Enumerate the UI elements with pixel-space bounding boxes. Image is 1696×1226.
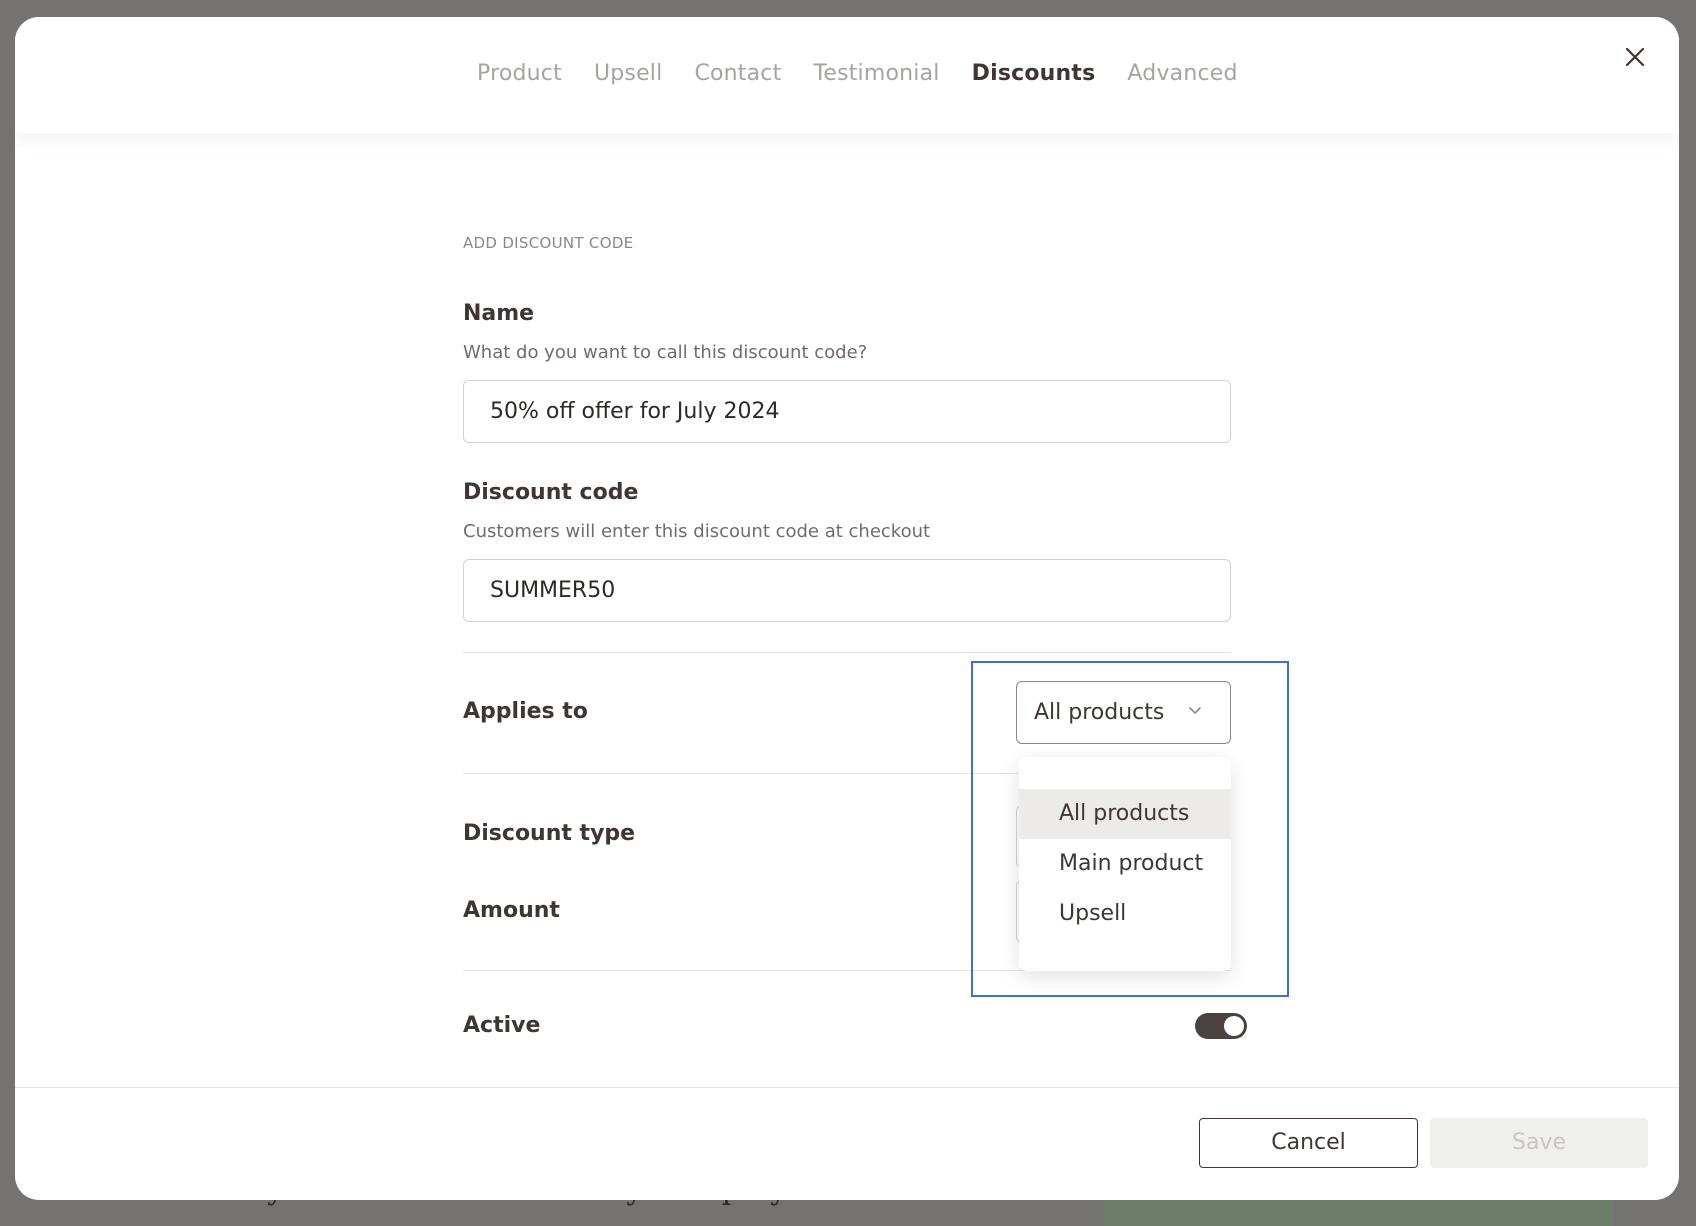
active-label: Active xyxy=(463,1013,541,1038)
dropdown-option-upsell[interactable]: Upsell xyxy=(1019,889,1231,939)
close-icon xyxy=(1625,47,1645,67)
toggle-knob xyxy=(1224,1016,1244,1036)
discount-type-label: Discount type xyxy=(463,821,636,846)
tab-testimonial[interactable]: Testimonial xyxy=(813,61,939,86)
section-title: ADD DISCOUNT CODE xyxy=(463,234,634,252)
dropdown-option-main-product[interactable]: Main product xyxy=(1019,839,1231,889)
tab-bar: Product Upsell Contact Testimonial Disco… xyxy=(477,61,1238,86)
dropdown-option-all-products[interactable]: All products xyxy=(1019,789,1231,839)
applies-to-select[interactable]: All products xyxy=(1016,681,1231,744)
discount-modal: Product Upsell Contact Testimonial Disco… xyxy=(15,17,1679,1200)
save-button[interactable]: Save xyxy=(1430,1118,1648,1168)
active-toggle[interactable] xyxy=(1195,1013,1247,1039)
tab-product[interactable]: Product xyxy=(477,61,562,86)
tab-upsell[interactable]: Upsell xyxy=(594,61,663,86)
divider xyxy=(463,652,1231,653)
tab-discounts[interactable]: Discounts xyxy=(972,61,1096,86)
name-input[interactable] xyxy=(463,380,1231,443)
cancel-button[interactable]: Cancel xyxy=(1199,1118,1418,1168)
applies-to-value: All products xyxy=(1034,700,1165,725)
footer-divider xyxy=(15,1087,1679,1088)
amount-label: Amount xyxy=(463,898,560,923)
tab-advanced[interactable]: Advanced xyxy=(1127,61,1237,86)
discount-code-label: Discount code xyxy=(463,480,639,505)
discount-code-input[interactable] xyxy=(463,559,1231,622)
applies-to-dropdown-menu: All products Main product Upsell xyxy=(1019,757,1231,971)
applies-to-label: Applies to xyxy=(463,699,588,724)
name-label: Name xyxy=(463,301,535,326)
tab-contact[interactable]: Contact xyxy=(694,61,781,86)
chevron-down-icon xyxy=(1189,707,1201,714)
close-button[interactable] xyxy=(1621,43,1649,71)
name-help: What do you want to call this discount c… xyxy=(463,342,868,363)
discount-code-help: Customers will enter this discount code … xyxy=(463,521,931,542)
modal-header: Product Upsell Contact Testimonial Disco… xyxy=(15,17,1679,133)
